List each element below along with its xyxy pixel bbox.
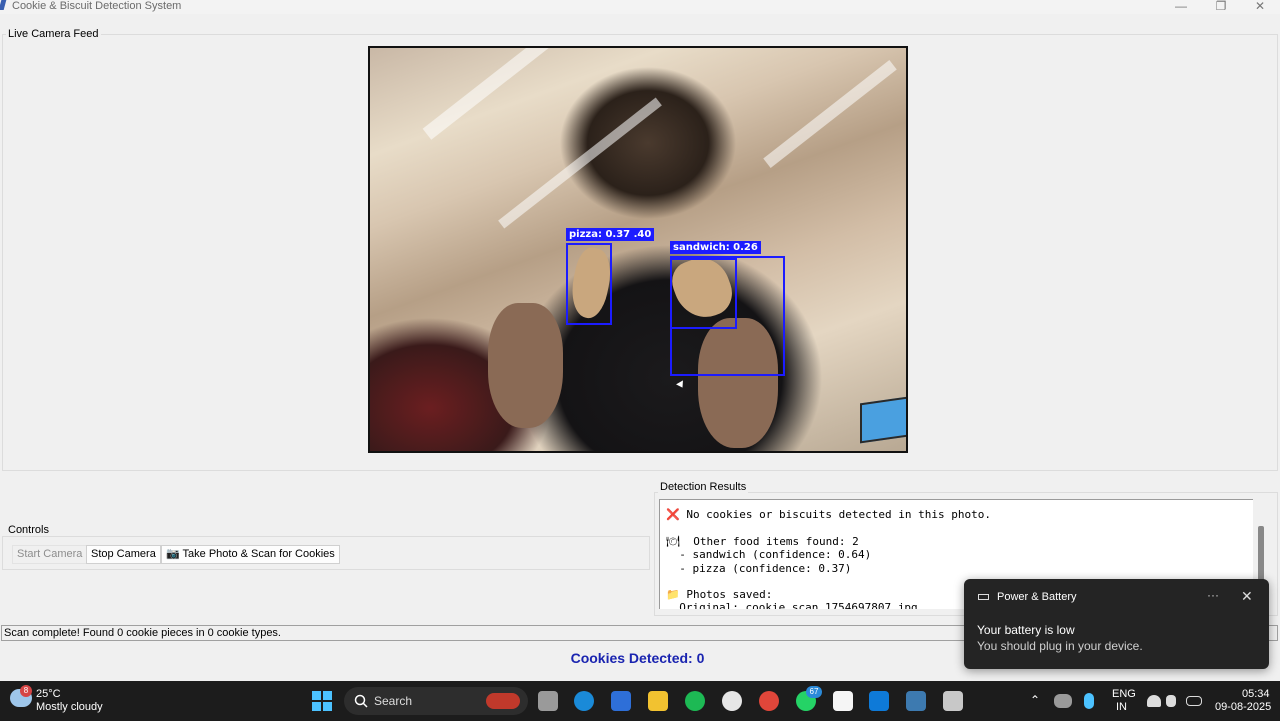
file-explorer-icon[interactable] xyxy=(648,691,668,711)
detection-results-label: Detection Results xyxy=(658,481,749,493)
ceiling-light xyxy=(422,48,558,140)
ceiling-light xyxy=(498,97,662,229)
sandwich-bounding-box-outer xyxy=(670,256,785,376)
take-photo-scan-button[interactable]: 📷 Take Photo & Scan for Cookies xyxy=(161,545,340,564)
notification-title: Your battery is low xyxy=(977,623,1075,637)
onedrive-icon[interactable] xyxy=(1054,694,1072,708)
chatgpt-icon[interactable] xyxy=(722,691,742,711)
pizza-detection-label: pizza: 0.37 .40 xyxy=(566,228,655,241)
close-window-button[interactable]: ✕ xyxy=(1245,0,1275,14)
title-bar: Cookie & Biscuit Detection System — ❐ ✕ xyxy=(0,0,1280,14)
start-camera-button[interactable]: Start Camera xyxy=(12,545,88,564)
sandwich-detection-label: sandwich: 0.26 xyxy=(670,241,761,254)
clock-date[interactable]: 09-08-2025 xyxy=(1215,701,1271,713)
laptop-screen xyxy=(860,396,906,444)
result-line: 📁 Photos saved: xyxy=(666,588,773,601)
maximize-button[interactable]: ❐ xyxy=(1206,0,1236,14)
weather-desc[interactable]: Mostly cloudy xyxy=(36,701,103,713)
taskbar-search[interactable]: Search xyxy=(344,687,528,715)
clock-time[interactable]: 05:34 xyxy=(1242,688,1270,700)
chrome-icon[interactable] xyxy=(759,691,779,711)
taskbar: 8 25°C Mostly cloudy Search 67 ⌃ ENG IN … xyxy=(0,681,1280,721)
result-line: - pizza (confidence: 0.37) xyxy=(666,562,852,575)
language-secondary[interactable]: IN xyxy=(1116,701,1127,713)
notification-app-name: Power & Battery xyxy=(997,591,1077,603)
microphone-icon[interactable] xyxy=(1084,693,1094,709)
search-icon xyxy=(354,694,368,708)
wifi-icon[interactable] xyxy=(1147,695,1161,707)
notepad-icon[interactable] xyxy=(943,691,963,711)
search-placeholder: Search xyxy=(374,694,413,708)
battery-tray-icon[interactable] xyxy=(1186,696,1202,706)
battery-icon xyxy=(978,594,989,600)
weather-badge: 8 xyxy=(20,685,32,697)
spotify-icon[interactable] xyxy=(685,691,705,711)
pizza-bounding-box xyxy=(566,243,612,325)
close-notification-icon[interactable]: ✕ xyxy=(1241,588,1253,605)
camera-feed-image: pizza: 0.37 .40 sandwich: 0.26 xyxy=(368,46,908,453)
minimize-button[interactable]: — xyxy=(1166,0,1196,14)
stop-camera-button[interactable]: Stop Camera xyxy=(86,545,161,564)
store-icon[interactable] xyxy=(611,691,631,711)
more-options-icon[interactable]: ··· xyxy=(1207,588,1219,602)
controls-label: Controls xyxy=(6,524,51,536)
result-line: ❌ No cookies or biscuits detected in thi… xyxy=(666,508,991,521)
app-icon-black[interactable] xyxy=(833,691,853,711)
result-line: - sandwich (confidence: 0.64) xyxy=(666,548,872,561)
task-view-icon[interactable] xyxy=(538,691,558,711)
whatsapp-badge: 67 xyxy=(806,686,822,698)
volume-icon[interactable] xyxy=(1166,695,1176,707)
search-highlight-icon xyxy=(486,693,520,709)
edge-icon[interactable] xyxy=(574,691,594,711)
mouse-cursor xyxy=(676,380,686,390)
ceiling-light xyxy=(763,60,897,168)
weather-temp[interactable]: 25°C xyxy=(36,688,61,700)
result-line: 🍽 Other food items found: 2 xyxy=(666,535,859,548)
results-scrollbar[interactable] xyxy=(1258,526,1264,586)
start-icon[interactable] xyxy=(312,691,332,711)
camera-feed-label: Live Camera Feed xyxy=(6,28,101,40)
window-title: Cookie & Biscuit Detection System xyxy=(12,0,182,12)
app-icon xyxy=(0,0,7,10)
notification-body: You should plug in your device. xyxy=(977,639,1143,653)
python-app-icon[interactable] xyxy=(906,691,926,711)
language-primary[interactable]: ENG xyxy=(1112,688,1136,700)
battery-notification[interactable]: Power & Battery ··· ✕ Your battery is lo… xyxy=(964,579,1269,669)
chevron-up-icon[interactable]: ⌃ xyxy=(1030,693,1040,707)
result-line: Original: cookie_scan_1754697807.jpg xyxy=(666,601,918,609)
vscode-icon[interactable] xyxy=(869,691,889,711)
left-hand xyxy=(488,303,563,428)
